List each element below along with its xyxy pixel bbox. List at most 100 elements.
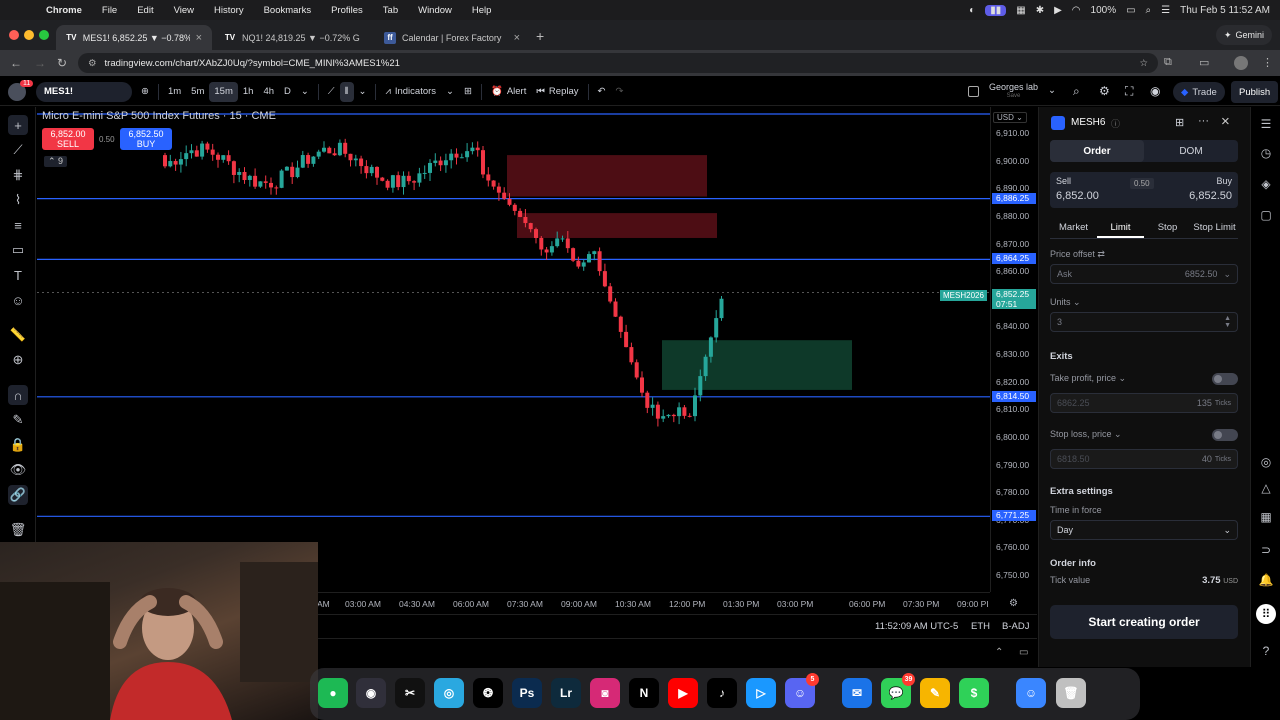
bookmark-star-icon[interactable]: ☆ [1139,58,1148,69]
sidepanel-icon[interactable]: ▭ [1199,56,1209,69]
fullscreen-icon[interactable]: ⛶ [1125,84,1133,99]
watchlist-icon[interactable]: ☰ [1258,116,1274,132]
price-level-badge[interactable]: 6,814.50 [992,390,1036,402]
settings-gear-icon[interactable]: ⚙ [1099,84,1110,98]
dock-finder-icon[interactable]: ☺ [1016,678,1046,708]
adjustment-toggle[interactable]: B-ADJ [1002,621,1029,632]
take-profit-input[interactable]: 6862.25 135 Ticks [1050,393,1238,413]
emoji-icon[interactable]: ☺ [8,290,28,310]
type-market[interactable]: Market [1050,217,1097,238]
units-input[interactable]: 3 ▲ ▼ [1050,312,1238,332]
menu-view[interactable]: View [164,5,204,16]
snapshot-camera-icon[interactable]: ◉ [1150,84,1160,98]
dock-lightroom-icon[interactable]: Lr [551,678,581,708]
more-options-icon[interactable]: ··· [1198,115,1209,127]
fib-retracement-icon[interactable]: ≡ [8,215,28,235]
menu-bookmarks[interactable]: Bookmarks [254,5,322,16]
chart-type-candles-icon[interactable]: ⫴ [339,81,354,102]
dock-chatgpt-icon[interactable]: ❂ [473,678,503,708]
rectangle-shape-icon[interactable]: ▭ [8,240,28,260]
control-toggle-icon[interactable]: ☰ [1161,5,1170,16]
price-axis[interactable]: USD ⌄ 6,910.00 6,900.00 6,890.00 6,880.00 6,… [990,107,1037,592]
grid-icon[interactable]: ▦ [1016,5,1025,16]
alerts-clock-icon[interactable]: ◷ [1258,145,1274,161]
dock-robinhood-icon[interactable]: $ [959,678,989,708]
dock-trash-icon[interactable]: 🗑 [1056,678,1086,708]
reload-icon[interactable]: ↻ [57,56,67,70]
chart-type-chevron-icon[interactable]: ⌄ [354,82,372,102]
units-stepper-icon[interactable]: ▲ ▼ [1224,315,1231,329]
type-stop[interactable]: Stop [1144,217,1191,238]
dock-messages-icon[interactable]: 💬 39 [881,673,915,708]
alert-button[interactable]: ⏰ Alert [486,82,531,102]
window-minimize-button[interactable] [24,30,34,40]
replay-button[interactable]: ⏮ Replay [531,82,583,102]
dock-capcut-icon[interactable]: ✂ [395,678,425,708]
price-level-badge[interactable]: 6,864.25 [992,253,1036,265]
menu-help[interactable]: Help [462,5,502,16]
swap-icon[interactable]: ⇄ [1097,249,1105,259]
dom-grid-icon[interactable]: ⠿ [1256,604,1276,624]
session-toggle[interactable]: ETH [971,621,990,632]
object-tree-layers-icon[interactable]: ◈ [1258,176,1274,192]
dock-mail-icon[interactable]: ✉ [842,678,872,708]
dock-notes-icon[interactable]: ✎ [920,678,950,708]
text-tool-icon[interactable]: T [8,265,28,285]
dock-tiktok-icon[interactable]: ♪ [707,678,737,708]
menu-profiles[interactable]: Profiles [321,5,373,16]
sync-link-icon[interactable]: 🔗 [8,485,28,505]
menubar-clock[interactable]: Thu Feb 5 11:52 AM [1180,5,1270,16]
quick-buy-button[interactable]: 6,852.50 BUY [120,128,172,150]
ideas-icon[interactable]: △ [1258,480,1274,496]
menu-app-name[interactable]: Chrome [36,5,92,16]
chrome-menu-icon[interactable]: ⋮ [1262,56,1273,69]
window-close-button[interactable] [9,30,19,40]
pitchfork-icon[interactable]: ⋕ [8,165,28,185]
window-zoom-button[interactable] [39,30,49,40]
price-level-badge[interactable]: 6,771.25 [992,510,1036,522]
dock-youtube-icon[interactable]: ▶ [668,678,698,708]
maximize-panel-icon[interactable]: ▭ [1019,647,1028,658]
interval-1m[interactable]: 1m [163,82,186,102]
layout-checkbox[interactable] [968,86,979,97]
interval-5m[interactable]: 5m [186,82,209,102]
price-chart[interactable] [37,107,990,592]
collapse-panel-chevron-icon[interactable]: ⌃ [995,647,1003,658]
layout-chevron-icon[interactable]: ⌄ [1048,85,1056,96]
dock-spotify-icon[interactable]: ● [318,678,348,708]
brush-icon[interactable]: ⌇ [8,190,28,210]
indicators-button[interactable]: ⩘ Indicators [380,82,441,102]
dock-prime-video-icon[interactable]: ▷ [746,678,776,708]
indicator-templates-chevron-icon[interactable]: ⌄ [441,82,459,102]
tab-close-icon[interactable]: × [514,32,520,44]
interval-4h[interactable]: 4h [258,82,279,102]
bluetooth-icon[interactable]: ✱ [1036,5,1044,16]
tab-close-icon[interactable]: × [196,32,202,44]
dock-photoshop-icon[interactable]: Ps [512,678,542,708]
screen-record-icon[interactable]: ▮▮ [985,4,1007,16]
dock-discord-icon[interactable]: ☺ 5 [785,673,819,708]
type-limit[interactable]: Limit [1097,217,1144,238]
compare-symbol-icon[interactable]: ⊕ [136,82,154,102]
order-symbol[interactable]: MESH6 [1071,117,1105,128]
menu-window[interactable]: Window [408,5,462,16]
buy-side-button[interactable]: Buy 6,852.50 [1144,172,1238,208]
stop-loss-heading[interactable]: Stop loss, price ⌄ [1050,429,1122,440]
redo-icon[interactable]: ↷ [610,82,628,102]
browser-tab-forexfactory[interactable]: ff Calendar | Forex Factory × [374,25,530,50]
start-creating-order-button[interactable]: Start creating order [1050,605,1238,639]
chat-icon[interactable]: ▢ [1258,207,1274,223]
quick-sell-button[interactable]: 6,852.00 SELL [42,128,94,150]
symbol-info-icon[interactable]: ⓘ [1111,117,1120,130]
trash-icon[interactable]: 🗑 [8,520,28,540]
target-icon[interactable]: ◎ [1258,454,1274,470]
tab-order[interactable]: Order [1050,140,1144,162]
control-center-icon[interactable]: ◐ [969,5,975,16]
layout-name-block[interactable]: Georges lab Save [989,83,1038,101]
price-level-badge[interactable]: 6,886.25 [992,192,1036,204]
battery-icon[interactable]: ▭ [1126,5,1135,16]
tab-dom[interactable]: DOM [1144,140,1238,162]
lock-drawings-icon[interactable]: 🔒 [8,435,28,455]
dock-instagram-icon[interactable]: ◙ [590,678,620,708]
trade-button[interactable]: ◆ Trade [1173,82,1225,102]
